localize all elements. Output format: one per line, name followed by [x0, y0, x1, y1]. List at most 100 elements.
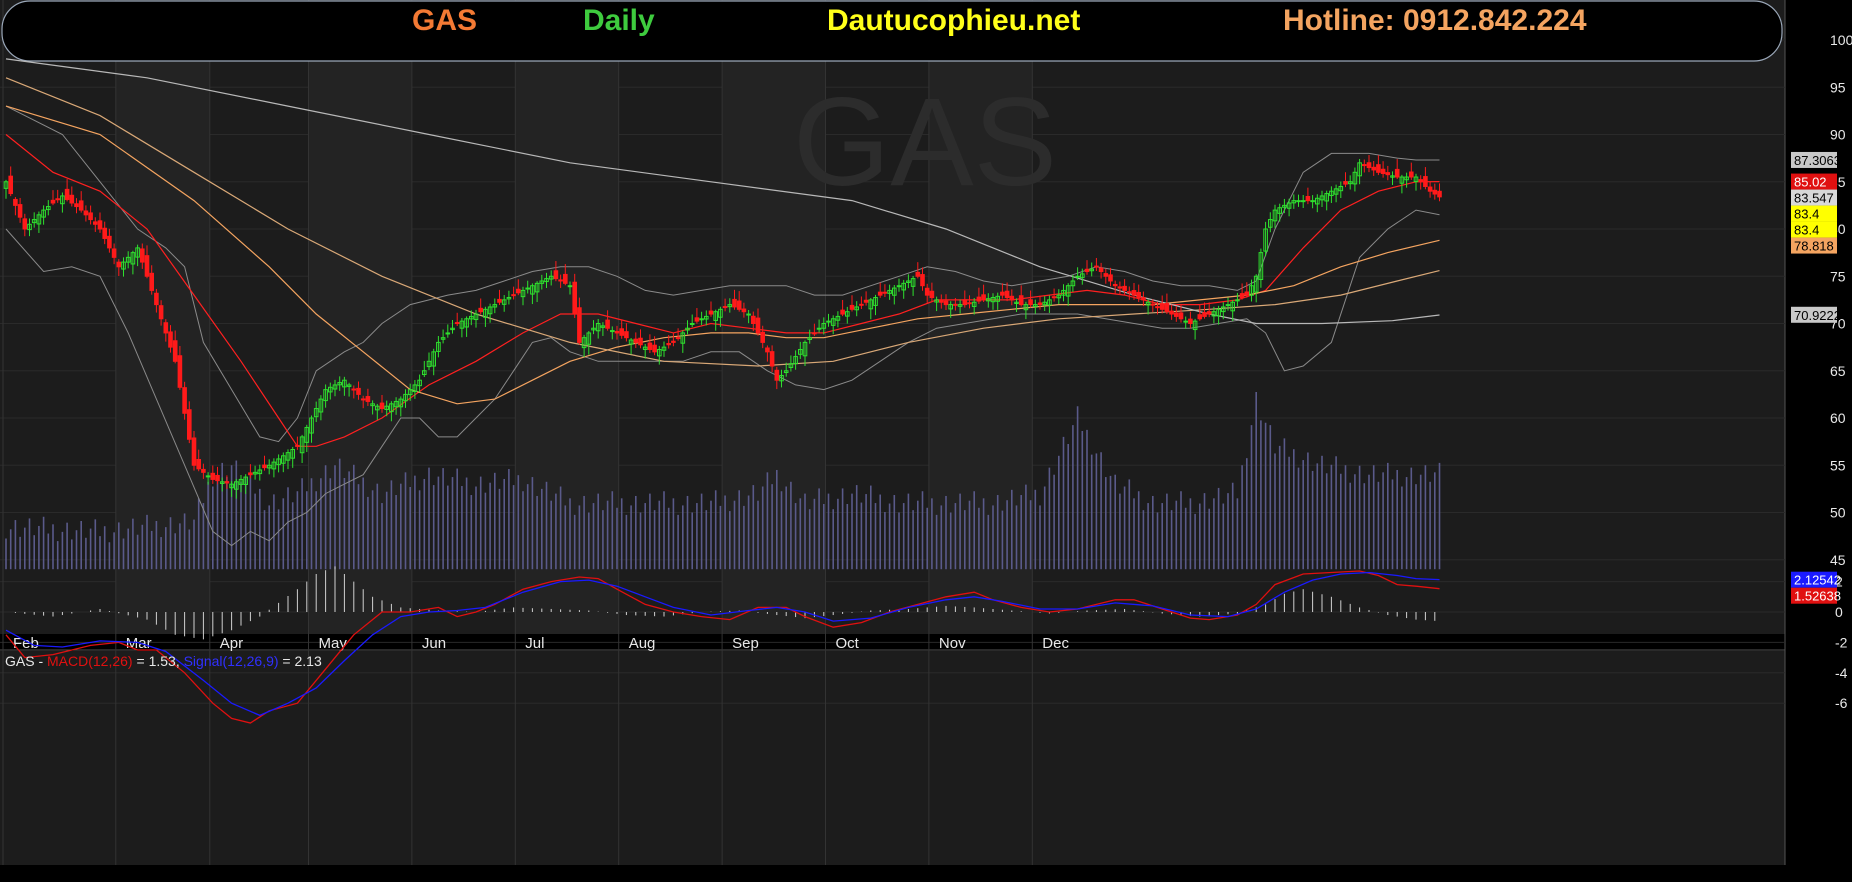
candle-body	[671, 340, 676, 343]
candle-body	[116, 261, 122, 268]
month-label: Aug	[629, 635, 656, 652]
candle-body	[849, 304, 855, 310]
candle-body	[939, 299, 944, 303]
header-hotline: Hotline: 0912.842.224	[1283, 4, 1587, 37]
candle-body	[647, 342, 653, 350]
candle-body	[22, 218, 28, 230]
candle-body	[652, 344, 657, 353]
candle-body	[1164, 302, 1170, 313]
candle-body	[769, 351, 775, 367]
month-label: Feb	[13, 635, 39, 652]
candle-body	[812, 332, 817, 335]
header-symbol: GAS	[412, 4, 478, 37]
candle-body	[1000, 291, 1005, 296]
candle-body	[863, 299, 869, 303]
candle-body	[567, 285, 573, 288]
candle-body	[1202, 312, 1207, 317]
candle-body	[525, 287, 531, 290]
candle-body	[1206, 311, 1212, 315]
candle-body	[943, 300, 949, 306]
candle-body	[111, 248, 117, 258]
candle-body	[78, 200, 84, 211]
candle-body	[365, 396, 371, 402]
candle-body	[553, 270, 559, 280]
candle-body	[774, 369, 780, 381]
price-value-tag: 83.4	[1794, 207, 1819, 222]
candle-body	[1418, 179, 1424, 183]
month-label: Jun	[422, 635, 446, 652]
candle-body	[1371, 166, 1377, 171]
price-value-tag: 87.3063	[1794, 153, 1841, 168]
candle-body	[1178, 312, 1184, 320]
price-tick-label: 100	[1830, 32, 1852, 48]
candle-body	[896, 285, 902, 288]
candle-body	[64, 188, 70, 200]
candle-body	[1037, 302, 1043, 306]
candle-body	[187, 409, 192, 440]
stock-chart: Feb Mar Apr May Jun Jul Aug Sep Oct Nov DecGAS4550…	[0, 0, 1852, 882]
candle-body	[572, 281, 578, 315]
candle-body	[191, 437, 197, 466]
candle-body	[1018, 295, 1024, 306]
candle-body	[74, 203, 79, 208]
candle-body	[1131, 290, 1137, 296]
candle-body	[708, 310, 714, 315]
candle-body	[379, 402, 385, 410]
macd-panel	[0, 651, 1785, 865]
candle-body	[633, 338, 639, 343]
candle-body	[755, 317, 761, 334]
candle-body	[154, 292, 159, 306]
candle-body	[1155, 306, 1160, 309]
candle-body	[610, 330, 615, 333]
candle-body	[69, 194, 75, 204]
candle-body	[163, 322, 169, 334]
candle-body	[215, 475, 220, 482]
candle-body	[619, 328, 625, 336]
candle-body	[1084, 268, 1090, 273]
candle-body	[1188, 318, 1193, 325]
candle-body	[1376, 164, 1381, 173]
candle-body	[924, 287, 930, 296]
candle-body	[201, 468, 206, 473]
candle-body	[638, 337, 643, 346]
candle-body	[1028, 299, 1033, 306]
month-label: Sep	[732, 635, 759, 652]
candle-body	[1094, 265, 1099, 268]
candle-body	[516, 288, 521, 294]
price-tick-label: 90	[1830, 127, 1846, 143]
candle-body	[614, 330, 620, 334]
candle-body	[563, 273, 568, 284]
price-tick-label: 65	[1830, 363, 1846, 379]
candle-body	[1409, 171, 1414, 178]
candle-body	[689, 323, 695, 325]
macd-legend-part: Signal(12,26,9)	[184, 653, 279, 669]
candle-body	[83, 210, 89, 216]
candle-body	[182, 387, 187, 414]
candle-body	[140, 248, 145, 263]
candle-body	[666, 342, 672, 346]
header-site: Dautucophieu.net	[827, 4, 1081, 37]
candle-body	[168, 331, 173, 348]
header-period: Daily	[583, 4, 655, 37]
price-tick-label: 75	[1830, 268, 1846, 284]
candle-body	[624, 331, 629, 339]
macd-legend-part: = 1.53,	[133, 653, 184, 669]
candle-body	[262, 464, 267, 469]
candle-body	[1174, 312, 1179, 317]
watermark: GAS	[793, 73, 1057, 212]
candle-body	[967, 302, 972, 305]
candle-body	[158, 305, 164, 320]
price-tick-label: 50	[1830, 505, 1846, 521]
candle-body	[1159, 303, 1165, 310]
candle-body	[1305, 195, 1311, 202]
candle-body	[55, 198, 61, 201]
candle-body	[751, 315, 756, 325]
candle-body	[97, 220, 103, 230]
candle-body	[224, 481, 230, 484]
candle-body	[1423, 176, 1428, 187]
candle-body	[1169, 310, 1174, 315]
candle-body	[50, 199, 56, 204]
candle-body	[1127, 291, 1132, 294]
candle-body	[840, 309, 845, 315]
macd-legend-part: GAS -	[5, 653, 47, 669]
